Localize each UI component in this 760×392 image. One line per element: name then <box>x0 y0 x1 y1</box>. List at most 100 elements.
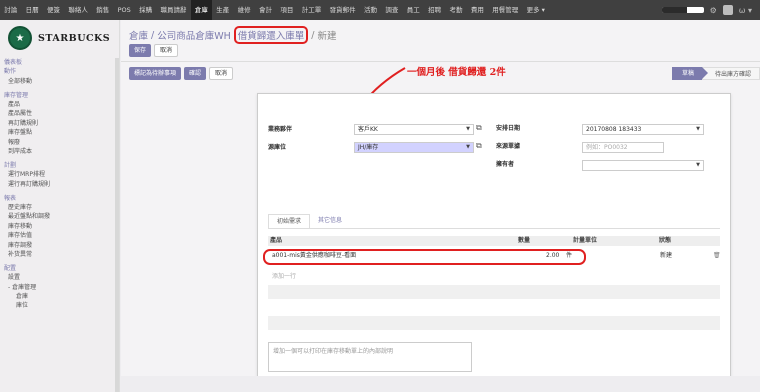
col-status[interactable]: 狀態 <box>659 236 709 246</box>
sidebar-section: 動作 <box>4 68 17 76</box>
top-right: ⚙ ω ▾ <box>661 0 752 20</box>
top-menu-item[interactable]: 職員請辭 <box>156 0 190 20</box>
caret-down-icon: ▼ <box>466 126 470 132</box>
top-menu-item[interactable]: 生產 <box>212 0 233 20</box>
status-draft: 草稿 <box>671 67 709 80</box>
col-product[interactable]: 產品 <box>268 236 518 246</box>
top-menu-item[interactable]: 討論 <box>0 0 21 20</box>
row-status: 新建 <box>660 252 673 259</box>
top-menu-item[interactable]: 聯絡人 <box>64 0 92 20</box>
external-link-icon[interactable]: ⧉ <box>476 123 482 133</box>
col-uom[interactable]: 計量單位 <box>573 236 659 246</box>
internal-note-field[interactable]: 增加一個可以打印在庫存移動單上的內部說明 <box>268 342 472 372</box>
cancel-button[interactable]: 取消 <box>209 67 234 80</box>
logo-text: STARBUCKS <box>38 32 111 44</box>
gear-icon[interactable]: ⚙ <box>710 6 717 15</box>
sidebar-section: 庫存管理 <box>4 91 29 99</box>
sidebar-section: 配置 <box>4 264 17 272</box>
caret-down-icon: ▼ <box>696 162 700 168</box>
sidebar-item[interactable]: 歷史庫存 <box>0 203 120 212</box>
confirm-button[interactable]: 確認 <box>184 67 207 80</box>
top-menu-item[interactable]: 日曆 <box>21 0 42 20</box>
main-content: 倉庫 / 公司商品倉庫WH 借貨歸還入庫單 / 新建 保存 取消 標記為待辦事項… <box>121 20 760 392</box>
breadcrumb-warehouse[interactable]: 公司商品倉庫WH <box>157 28 231 42</box>
avatar[interactable] <box>722 5 733 15</box>
top-menu-item[interactable]: 更多 ▾ <box>522 0 549 20</box>
caret-down-icon: ▼ <box>696 126 700 132</box>
sidebar-item[interactable]: 补货異常 <box>0 250 120 259</box>
sidebar-item[interactable]: 庫存估值 <box>0 231 120 240</box>
breadcrumb: 倉庫 / 公司商品倉庫WH 借貨歸還入庫單 / 新建 <box>129 26 337 44</box>
top-menu-item[interactable]: 採購 <box>135 0 156 20</box>
origin-field[interactable]: 例如：PO0032 <box>582 142 664 153</box>
top-menu-item[interactable]: 活動 <box>360 0 381 20</box>
company-logo[interactable]: ★ STARBUCKS <box>8 26 110 50</box>
mark-todo-button[interactable]: 標記為待辦事項 <box>129 67 182 80</box>
sidebar-item[interactable]: 到岸成本 <box>0 147 120 156</box>
top-menu-item[interactable]: 會計 <box>255 0 276 20</box>
sidebar-item[interactable]: 庫存調撥 <box>0 241 120 250</box>
top-menu-item[interactable]: 銷售 <box>92 0 113 20</box>
sidebar-item[interactable]: 庫位 <box>0 301 120 310</box>
starbucks-logo-icon: ★ <box>8 26 32 50</box>
sidebar-scrollbar[interactable] <box>115 58 119 392</box>
discard-button[interactable]: 取消 <box>154 44 179 57</box>
top-menu-item[interactable]: 計工單 <box>298 0 326 20</box>
tab-other-info[interactable]: 其它信息 <box>310 214 350 228</box>
top-menu: 討論 日曆 便簽 聯絡人 銷售 POS 採購 職員請辭 倉庫 生產 維修 會計 項目 計工單 發貨郵件 活動調… <box>0 0 549 20</box>
sidebar-item[interactable]: 再訂購規則 <box>0 119 120 128</box>
sidebar-item[interactable]: - 倉庫管理 <box>0 283 120 292</box>
breadcrumb-root[interactable]: 倉庫 <box>129 28 148 42</box>
top-menu-item[interactable]: 調查 <box>381 0 402 20</box>
owner-field[interactable]: ▼ <box>582 160 704 171</box>
add-line-link[interactable]: 添加一行 <box>272 271 296 280</box>
top-menu-item[interactable]: 倉庫 <box>190 0 213 20</box>
top-menu-item[interactable]: 員工 <box>403 0 424 20</box>
schedule-date-field[interactable]: 20170808 183433 ▼ <box>582 124 704 135</box>
top-menu-item[interactable]: 考勤 <box>445 0 466 20</box>
status-waiting: 待出庫方確認 <box>701 67 760 80</box>
trash-icon[interactable]: 🗑 <box>713 251 721 261</box>
breadcrumb-separator: / <box>151 29 155 41</box>
top-menu-item[interactable]: 發貨郵件 <box>325 0 359 20</box>
schedule-value: 20170808 183433 <box>586 126 642 133</box>
tab-divider <box>268 228 720 229</box>
sidebar-item[interactable]: 最近盤點和調撥 <box>0 212 120 221</box>
sidebar-item[interactable]: 運行再訂購規則 <box>0 180 120 189</box>
breadcrumb-operation-type[interactable]: 借貨歸還入庫單 <box>233 26 309 44</box>
top-menu-item[interactable]: 項目 <box>276 0 297 20</box>
sidebar-item[interactable]: 庫存盤點 <box>0 128 120 137</box>
sidebar-section: 計劃 <box>4 161 17 169</box>
source-location-label: 源庫位 <box>268 144 287 151</box>
sidebar-item[interactable]: 全部移動 <box>0 77 120 86</box>
schedule-label: 安排日期 <box>496 125 521 132</box>
table-header: 產品 數量 計量單位 狀態 <box>268 236 720 246</box>
origin-label: 來源單據 <box>496 143 521 150</box>
origin-placeholder: 例如：PO0032 <box>586 144 628 151</box>
source-location-field[interactable]: JH/庫存 ▼ <box>354 142 474 153</box>
top-menu-item[interactable]: 維修 <box>233 0 254 20</box>
col-quantity[interactable]: 數量 <box>518 236 573 246</box>
partner-value: 客戶KK <box>358 126 378 133</box>
partner-field[interactable]: 客戶KK ▼ <box>354 124 474 135</box>
sidebar-item[interactable]: 倉庫 <box>0 292 120 301</box>
tab-initial-demand[interactable]: 初始需求 <box>268 214 311 228</box>
user-menu[interactable]: ω ▾ <box>739 6 752 15</box>
sidebar: ★ STARBUCKS 儀表板 動作 全部移動 庫存管理 產品 產品屬性 再訂購規則 庫存盤點… <box>0 20 120 392</box>
sidebar-item[interactable]: 產品 <box>0 100 120 109</box>
sidebar-item[interactable]: 運行MRP排程 <box>0 170 120 179</box>
top-menu-item[interactable]: 便簽 <box>43 0 64 20</box>
empty-row <box>268 285 720 299</box>
top-menu-item[interactable]: 用餐管理 <box>488 0 522 20</box>
annotation-text: 一個月後 借貨歸還 2件 <box>407 67 506 78</box>
top-menu-item[interactable]: 費用 <box>467 0 488 20</box>
save-button[interactable]: 保存 <box>129 44 152 57</box>
external-link-icon[interactable]: ⧉ <box>476 141 482 151</box>
sidebar-item[interactable]: 設置 <box>0 273 120 282</box>
note-placeholder: 增加一個可以打印在庫存移動單上的內部說明 <box>273 348 394 355</box>
top-menu-item[interactable]: 招聘 <box>424 0 445 20</box>
sidebar-item[interactable]: 產品屬性 <box>0 109 120 118</box>
top-menu-item[interactable]: POS <box>113 0 135 20</box>
sidebar-item[interactable]: 庫存移動 <box>0 222 120 231</box>
sidebar-item[interactable]: 報廢 <box>0 138 120 147</box>
